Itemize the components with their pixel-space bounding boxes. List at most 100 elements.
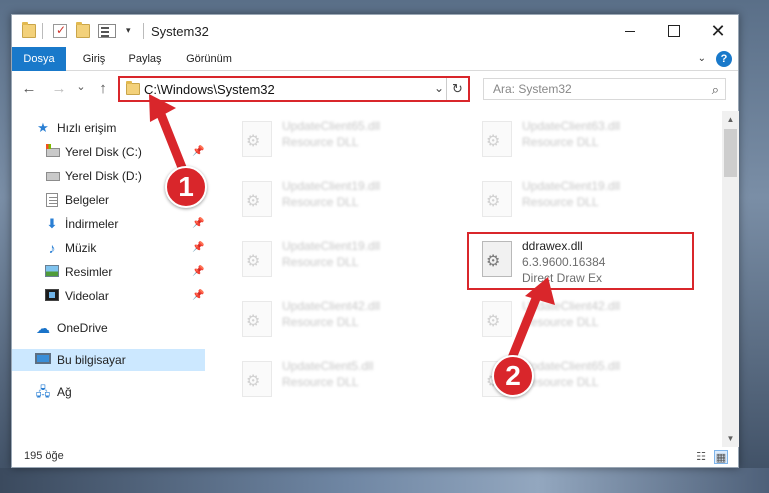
list-item[interactable]: UpdateClient42.dll Resource DLL [470, 293, 700, 345]
expand-ribbon-icon[interactable]: ⌄ [698, 53, 706, 64]
tab-home[interactable]: Giriş [74, 47, 114, 71]
network-icon: 🖧 [35, 384, 51, 399]
list-item[interactable]: UpdateClient42.dll Resource DLL [230, 293, 460, 345]
step-two-badge: 2 [492, 355, 534, 397]
file-name: UpdateClient19.dll [522, 179, 621, 193]
scroll-thumb[interactable] [724, 129, 737, 177]
download-icon: ⬇ [46, 216, 58, 231]
file-name: UpdateClient5.dll [282, 359, 374, 373]
maximize-button[interactable] [652, 15, 696, 47]
search-icon[interactable]: ⌕ [712, 82, 719, 98]
navigation-pane: ★ Hızlı erişim Yerel Disk (C:) 📌 Yerel D… [12, 111, 205, 447]
file-name: UpdateClient42.dll [282, 299, 381, 313]
file-type: Resource DLL [522, 135, 599, 149]
back-button[interactable]: ← [20, 80, 38, 97]
dll-file-icon [482, 121, 512, 157]
file-type: Resource DLL [282, 135, 359, 149]
scroll-up-icon[interactable]: ▲ [722, 111, 739, 128]
target-file-highlight [467, 232, 694, 290]
dll-file-icon [482, 301, 512, 337]
window-title: System32 [151, 24, 209, 39]
sidebar-item-network[interactable]: 🖧 Ağ [12, 381, 205, 403]
sidebar-item-onedrive[interactable]: ☁ OneDrive [12, 317, 205, 339]
sidebar-item-label: Müzik [65, 241, 97, 255]
customize-icon[interactable] [98, 24, 116, 38]
file-name: UpdateClient19.dll [282, 179, 381, 193]
list-item[interactable]: UpdateClient19.dll Resource DLL [230, 173, 460, 225]
up-button[interactable]: ↑ [94, 80, 112, 97]
pin-icon[interactable]: 📌 [192, 242, 204, 253]
ribbon: Dosya Giriş Paylaş Görünüm ⌄ ? [12, 47, 738, 71]
music-icon: ♪ [48, 240, 56, 256]
qat-dropdown-icon[interactable]: ▾ [126, 25, 131, 36]
scroll-down-icon[interactable]: ▼ [722, 430, 739, 447]
file-name: UpdateClient19.dll [282, 239, 381, 253]
list-item[interactable]: UpdateClient19.dll Resource DLL [230, 233, 460, 285]
file-name: UpdateClient42.dll [522, 299, 621, 313]
file-name: UpdateClient65.dll [282, 119, 381, 133]
title-bar: ▾ System32 ✕ [12, 15, 738, 47]
dll-file-icon [242, 301, 272, 337]
address-dropdown-icon[interactable]: ⌄ [434, 81, 444, 95]
tab-view[interactable]: Görünüm [178, 47, 240, 71]
sidebar-item-music[interactable]: ♪ Müzik 📌 [12, 237, 205, 259]
dll-file-icon [242, 361, 272, 397]
file-type: Resource DLL [522, 195, 599, 209]
dll-file-icon [482, 181, 512, 217]
tab-file[interactable]: Dosya [12, 47, 66, 71]
vertical-scrollbar[interactable]: ▲ ▼ [722, 111, 739, 447]
minimize-button[interactable] [608, 15, 652, 47]
title-separator [143, 23, 144, 39]
sidebar-item-label: Bu bilgisayar [57, 353, 126, 367]
list-item[interactable]: UpdateClient19.dll Resource DLL [470, 173, 700, 225]
new-folder-icon[interactable] [76, 22, 90, 38]
close-button[interactable]: ✕ [696, 15, 740, 47]
dll-file-icon [242, 121, 272, 157]
tab-share[interactable]: Paylaş [120, 47, 170, 71]
tiles-view-icon[interactable]: ▦ [714, 450, 728, 464]
sidebar-item-pictures[interactable]: Resimler 📌 [12, 261, 205, 283]
address-folder-icon [126, 81, 140, 95]
list-item[interactable]: UpdateClient65.dll Resource DLL [230, 113, 460, 165]
desktop-background [0, 468, 769, 493]
sidebar-item-label: Hızlı erişim [57, 121, 117, 135]
sidebar-item-quick-access[interactable]: ★ Hızlı erişim [12, 117, 205, 139]
computer-icon [35, 353, 51, 364]
pin-icon[interactable]: 📌 [192, 290, 204, 301]
recent-locations-icon[interactable]: ⌄ [72, 80, 90, 93]
address-path[interactable]: C:\Windows\System32 [144, 82, 275, 97]
qat-separator [42, 23, 43, 39]
sidebar-item-label: Ağ [57, 385, 72, 399]
file-type: Resource DLL [522, 315, 599, 329]
forward-button[interactable]: → [50, 80, 68, 97]
sidebar-item-videos[interactable]: Videolar 📌 [12, 285, 205, 307]
dll-file-icon [242, 241, 272, 277]
file-name: UpdateClient63.dll [522, 119, 621, 133]
file-type: Resource DLL [282, 375, 359, 389]
sidebar-item-label: İndirmeler [65, 217, 119, 231]
help-icon[interactable]: ? [716, 51, 732, 67]
dll-file-icon [242, 181, 272, 217]
sidebar-item-downloads[interactable]: ⬇ İndirmeler 📌 [12, 213, 205, 235]
pin-icon[interactable]: 📌 [192, 218, 204, 229]
address-bar[interactable]: C:\Windows\System32 ⌄ ↻ [118, 76, 470, 102]
sidebar-item-label: Yerel Disk (D:) [65, 169, 142, 183]
sidebar-item-label: Belgeler [65, 193, 110, 207]
sidebar-item-local-disk-c[interactable]: Yerel Disk (C:) 📌 [12, 141, 205, 163]
properties-check-icon[interactable] [53, 23, 67, 38]
pin-icon[interactable]: 📌 [192, 146, 204, 157]
file-type: Resource DLL [282, 255, 359, 269]
pin-icon[interactable]: 📌 [192, 266, 204, 277]
list-item[interactable]: UpdateClient5.dll Resource DLL [230, 353, 460, 405]
file-type: Resource DLL [282, 315, 359, 329]
search-input[interactable]: Ara: System32 ⌕ [483, 78, 726, 100]
disk-icon [46, 172, 60, 181]
pictures-icon [45, 265, 59, 277]
cloud-icon: ☁ [36, 320, 50, 336]
list-item[interactable]: UpdateClient63.dll Resource DLL [470, 113, 700, 165]
step-one-badge: 1 [165, 166, 207, 208]
video-icon [45, 289, 59, 301]
refresh-icon[interactable]: ↻ [446, 78, 468, 100]
details-view-icon[interactable]: ☷ [694, 450, 708, 464]
sidebar-item-this-pc[interactable]: Bu bilgisayar [12, 349, 205, 371]
